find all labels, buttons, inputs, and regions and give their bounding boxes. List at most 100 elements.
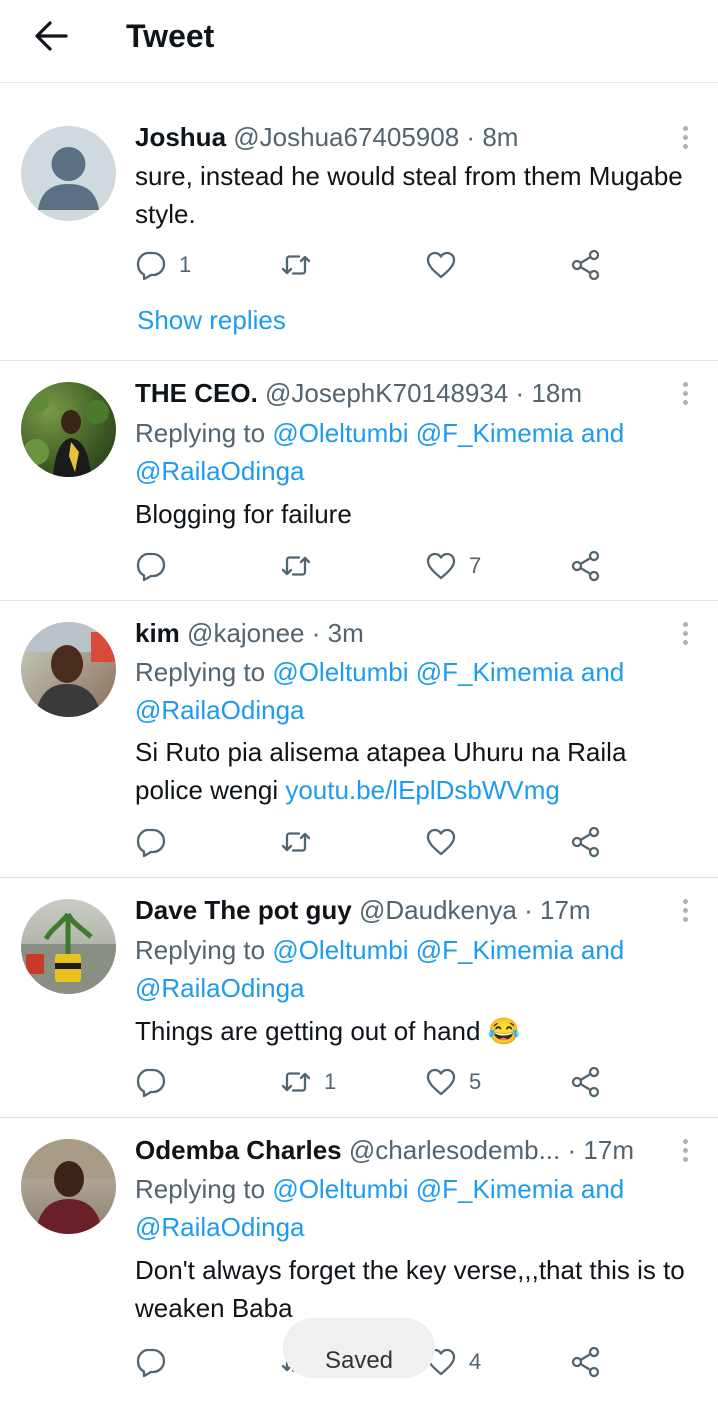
mention-link[interactable]: @F_Kimemia [416, 657, 574, 687]
author-name[interactable]: Joshua [135, 122, 226, 152]
mention-link[interactable]: @RailaOdinga [135, 973, 304, 1003]
like-button[interactable]: 7 [425, 548, 481, 584]
mention-link[interactable]: @F_Kimemia [416, 418, 574, 448]
like-button[interactable] [425, 247, 469, 283]
author-name[interactable]: Dave The pot guy [135, 895, 352, 925]
avatar[interactable] [21, 382, 116, 477]
tweet[interactable]: Joshua @Joshua67405908 · 8m sure, instea… [0, 84, 718, 361]
separator-dot: · [567, 1135, 577, 1165]
tweet[interactable]: THE CEO. @JosephK70148934 · 18m Replying… [0, 361, 718, 601]
tweet-text: Don't always forget the key verse,,,that… [135, 1255, 685, 1323]
mention-link[interactable]: @RailaOdinga [135, 1212, 304, 1242]
tweet-text: Things are getting out of hand 😂 [135, 1012, 695, 1050]
replying-prefix: Replying to [135, 935, 266, 965]
mention-link[interactable]: @Oleltumbi [272, 935, 408, 965]
mention-link[interactable]: @RailaOdinga [135, 695, 304, 725]
share-button[interactable] [570, 1064, 602, 1100]
mention-and[interactable]: and [581, 418, 624, 448]
back-arrow-icon[interactable] [30, 18, 70, 54]
avatar[interactable] [21, 126, 116, 221]
like-count: 4 [469, 1349, 482, 1374]
timestamp: 3m [327, 618, 364, 648]
retweet-button[interactable]: 1 [280, 1064, 336, 1100]
more-options-icon[interactable] [680, 899, 690, 925]
replying-to: Replying to @Oleltumbi @F_Kimemia and @R… [135, 931, 695, 1007]
retweet-icon [281, 832, 311, 852]
share-button[interactable] [570, 548, 602, 584]
tweet-link[interactable]: youtu.be/lEplDsbWVmg [285, 775, 560, 805]
tweet-text: sure, instead he would steal from them M… [135, 161, 683, 229]
reply-button[interactable] [135, 1344, 179, 1380]
share-icon [571, 550, 600, 582]
author-handle[interactable]: @JosephK70148934 [265, 378, 508, 408]
more-options-icon[interactable] [680, 126, 690, 152]
retweet-button[interactable] [280, 824, 324, 860]
retweet-icon [281, 255, 311, 275]
author-handle[interactable]: @Joshua67405908 [233, 122, 459, 152]
retweet-button[interactable] [280, 247, 324, 283]
share-icon [571, 1066, 600, 1098]
more-options-icon[interactable] [680, 382, 690, 408]
avatar-photo [23, 392, 109, 477]
heart-icon [426, 1068, 456, 1096]
mention-link[interactable]: @F_Kimemia [416, 935, 574, 965]
reply-button[interactable] [135, 1064, 179, 1100]
default-avatar-icon [38, 147, 99, 210]
author-handle[interactable]: @Daudkenya [359, 895, 517, 925]
share-button[interactable] [570, 1344, 602, 1380]
author-handle[interactable]: @kajonee [187, 618, 304, 648]
author-name[interactable]: Odemba Charles [135, 1135, 342, 1165]
laughing-emoji-icon: 😂 [487, 1016, 521, 1046]
avatar[interactable] [21, 1139, 116, 1234]
like-button[interactable] [425, 824, 469, 860]
mention-and[interactable]: and [581, 657, 624, 687]
mention-and[interactable]: and [581, 935, 624, 965]
tweet-actions: 1 5 [135, 1064, 615, 1100]
mention-link[interactable]: @F_Kimemia [416, 1174, 574, 1204]
reply-button[interactable] [135, 548, 179, 584]
tweet[interactable]: kim @kajonee · 3m Replying to @Oleltumbi… [0, 601, 718, 878]
avatar-photo [21, 622, 116, 717]
tweet-meta: kim @kajonee · 3m [135, 617, 364, 649]
tweet-text: Si Ruto pia alisema atapea Uhuru na Rail… [135, 733, 695, 809]
like-count: 7 [469, 553, 482, 578]
tweet-text-content: Things are getting out of hand [135, 1016, 481, 1046]
mention-link[interactable]: @Oleltumbi [272, 418, 408, 448]
replying-to: Replying to @Oleltumbi @F_Kimemia and @R… [135, 1170, 695, 1246]
avatar[interactable] [21, 622, 116, 717]
avatar-photo [21, 912, 116, 994]
mention-link[interactable]: @Oleltumbi [272, 657, 408, 687]
show-replies-link[interactable]: Show replies [137, 302, 286, 338]
tweet-actions [135, 824, 615, 860]
more-options-icon[interactable] [680, 622, 690, 648]
retweet-icon [281, 556, 311, 576]
reply-button[interactable] [135, 824, 179, 860]
heart-icon [426, 828, 456, 856]
tweet[interactable]: Dave The pot guy @Daudkenya · 17m Replyi… [0, 878, 718, 1118]
like-count: 5 [469, 1069, 482, 1094]
tweet-actions: 7 [135, 548, 615, 584]
author-name[interactable]: THE CEO. [135, 378, 258, 408]
timestamp: 17m [540, 895, 591, 925]
page-title: Tweet [126, 18, 215, 54]
retweet-button[interactable] [280, 548, 324, 584]
reply-icon [136, 1068, 166, 1098]
mention-and[interactable]: and [581, 1174, 624, 1204]
like-button[interactable]: 5 [425, 1064, 481, 1100]
timestamp: 8m [482, 122, 519, 152]
replying-prefix: Replying to [135, 1174, 266, 1204]
author-handle[interactable]: @charlesodemb... [349, 1135, 560, 1165]
share-button[interactable] [570, 247, 602, 283]
replying-prefix: Replying to [135, 418, 266, 448]
share-button[interactable] [570, 824, 602, 860]
share-icon [571, 1346, 600, 1378]
replying-to: Replying to @Oleltumbi @F_Kimemia and @R… [135, 414, 695, 490]
heart-icon [426, 552, 456, 580]
avatar[interactable] [21, 899, 116, 994]
more-options-icon[interactable] [680, 1139, 690, 1165]
mention-link[interactable]: @Oleltumbi [272, 1174, 408, 1204]
author-name[interactable]: kim [135, 618, 180, 648]
tweet-meta: Dave The pot guy @Daudkenya · 17m [135, 894, 591, 926]
mention-link[interactable]: @RailaOdinga [135, 456, 304, 486]
reply-button[interactable]: 1 [135, 247, 191, 283]
